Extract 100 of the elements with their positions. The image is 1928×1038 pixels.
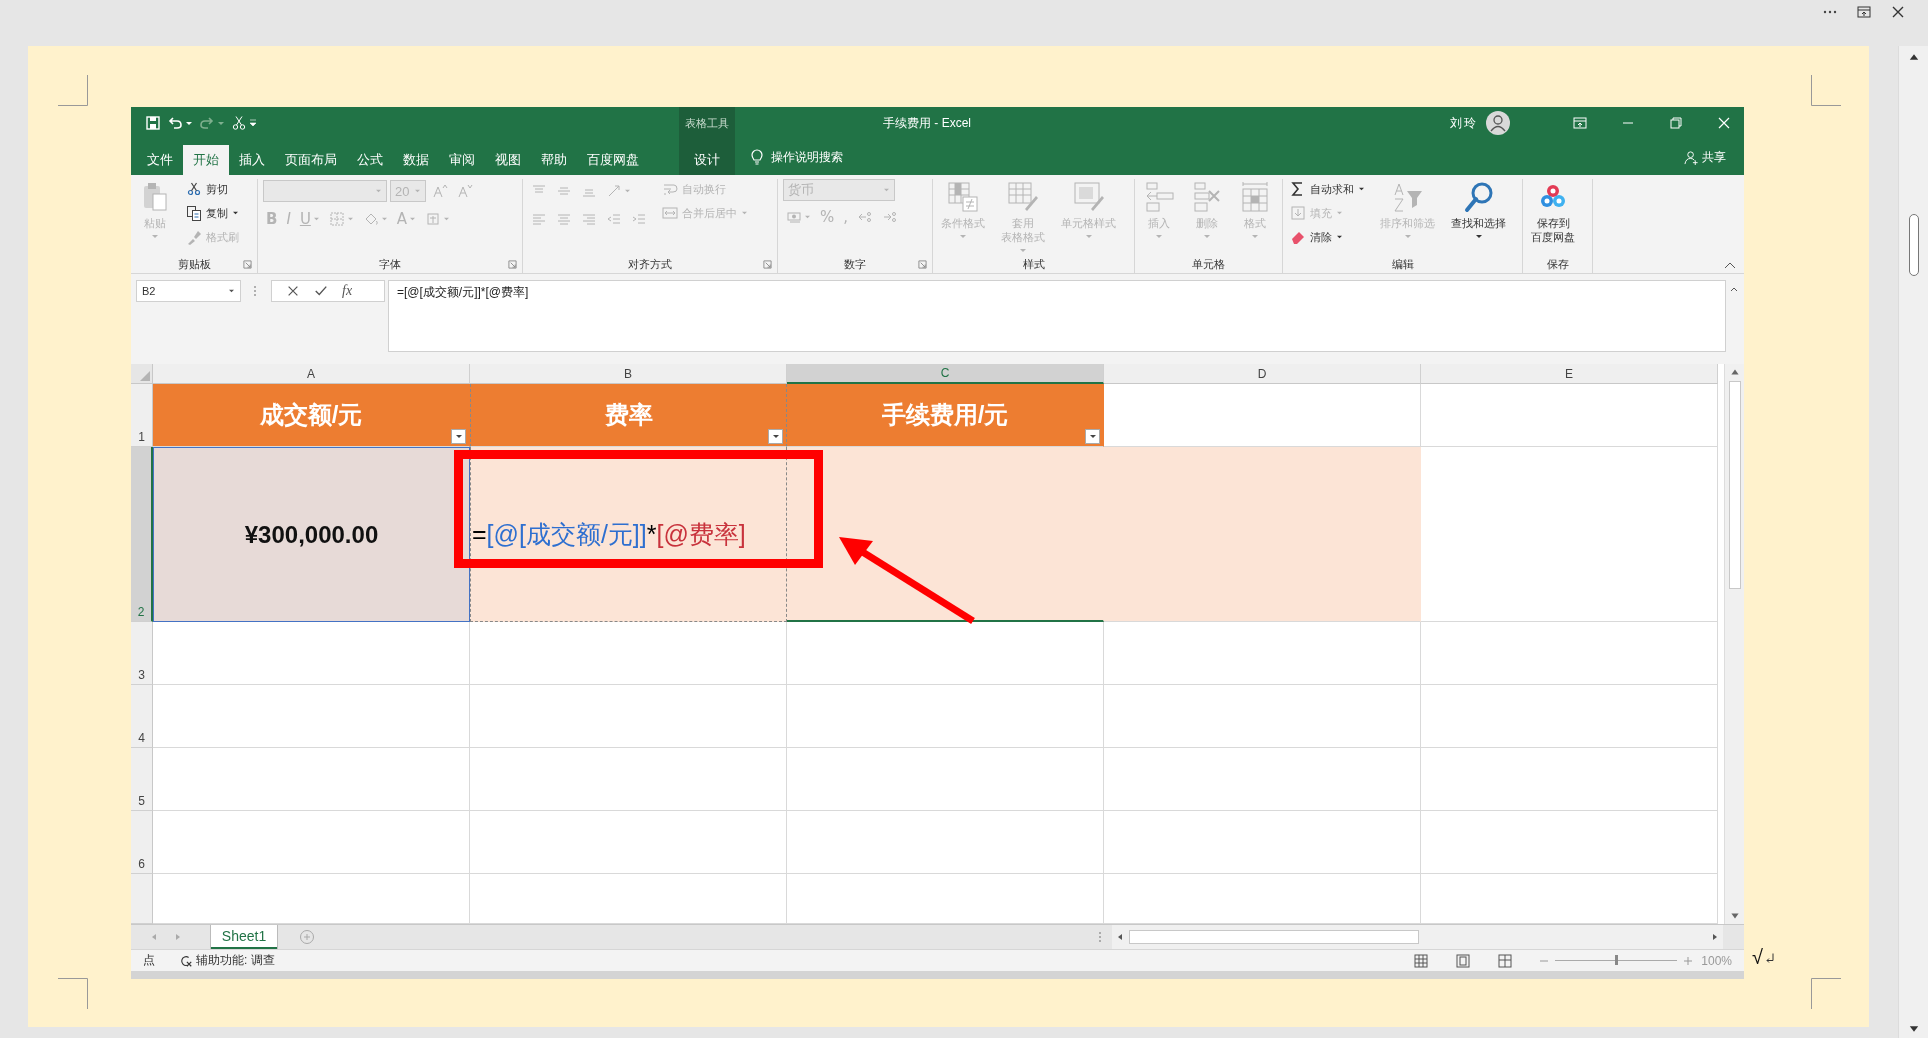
scrollbar-thumb[interactable]: [1129, 930, 1419, 944]
crop-mark: [58, 75, 88, 106]
outdent-icon: [606, 211, 622, 227]
tell-me-search[interactable]: 操作说明搜索: [771, 148, 843, 166]
ribbon-tab[interactable]: 文件: [137, 145, 183, 175]
scissors-icon[interactable]: [231, 115, 247, 131]
save-icon[interactable]: [145, 115, 161, 131]
shrink-font-icon: [457, 183, 473, 199]
ribbon-tab[interactable]: 审阅: [439, 145, 485, 175]
ribbon-tab[interactable]: 视图: [485, 145, 531, 175]
row-header[interactable]: 5: [131, 748, 153, 811]
scrollbar-thumb[interactable]: [1728, 381, 1741, 589]
column-header[interactable]: E: [1421, 364, 1718, 384]
group-label: 样式: [1022, 257, 1045, 272]
align-right-icon: [581, 211, 597, 227]
insert-function-button[interactable]: fx: [342, 283, 353, 299]
cell-brush-icon: [1072, 181, 1105, 213]
launcher-icon[interactable]: [763, 259, 772, 269]
page-layout-icon[interactable]: [1455, 952, 1472, 969]
avatar-icon[interactable]: [1486, 111, 1510, 135]
ribbon-tab[interactable]: 页面布局: [275, 145, 347, 175]
status-mode: 点: [143, 952, 155, 969]
collapse-icon[interactable]: [1724, 261, 1736, 269]
ribbon-button[interactable]: 自动求和: [1288, 179, 1367, 199]
normal-view-icon[interactable]: [1413, 952, 1430, 969]
ribbon-tab[interactable]: 百度网盘: [577, 145, 649, 175]
table-header-cell: 成交额/元: [153, 384, 470, 447]
window-title: 手续费用 - Excel: [883, 114, 971, 132]
filter-button[interactable]: [451, 429, 466, 444]
column-header[interactable]: B: [470, 364, 787, 384]
sheet-tab[interactable]: Sheet1: [211, 925, 277, 949]
grip-icon[interactable]: [1098, 931, 1102, 943]
launcher-icon[interactable]: [243, 259, 252, 269]
ribbon-tab[interactable]: 帮助: [531, 145, 577, 175]
zoom-in-icon[interactable]: [1683, 955, 1694, 966]
add-sheet-icon[interactable]: [299, 929, 315, 945]
row-header[interactable]: 6: [131, 811, 153, 874]
restore-icon[interactable]: [1668, 115, 1684, 131]
user-name[interactable]: 刘玲: [1450, 114, 1478, 132]
ribbon-tab[interactable]: 数据: [393, 145, 439, 175]
column-header[interactable]: A: [153, 364, 470, 384]
close-icon[interactable]: [1716, 115, 1732, 131]
delete-cells-icon: [1191, 181, 1223, 213]
wrap-text-icon: [662, 181, 678, 197]
ribbon-button[interactable]: 剪切: [184, 179, 230, 199]
caret-icon[interactable]: [217, 119, 225, 127]
filter-button[interactable]: [1085, 429, 1100, 444]
row-header[interactable]: 3: [131, 622, 153, 685]
launcher-icon[interactable]: [918, 259, 927, 269]
redo-icon[interactable]: [199, 115, 215, 131]
close-icon[interactable]: [1890, 4, 1906, 20]
row-header[interactable]: 1: [131, 384, 153, 447]
caret-icon: [228, 288, 235, 294]
caret-icon: [414, 188, 421, 194]
display-options-icon[interactable]: [1572, 115, 1588, 131]
collapse-icon[interactable]: [1730, 286, 1738, 292]
angled-arrow-icon: [606, 183, 622, 199]
share-button[interactable]: 共享: [1684, 148, 1726, 166]
cell-formula[interactable]: =[@[成交额/元]]*[@费率]: [471, 517, 746, 551]
ribbon-tab[interactable]: 公式: [347, 145, 393, 175]
search-icon: [1462, 181, 1495, 213]
row-header[interactable]: 4: [131, 685, 153, 748]
accessibility-status[interactable]: 辅助功能: 调查: [196, 952, 275, 969]
pages-icon: [186, 205, 202, 221]
page-break-icon[interactable]: [1497, 952, 1514, 969]
customize-icon[interactable]: [249, 119, 257, 127]
slider-thumb[interactable]: [1615, 955, 1619, 965]
scrollbar-thumb[interactable]: [1908, 214, 1919, 276]
caret-icon: [883, 187, 890, 193]
row-header[interactable]: [131, 874, 153, 924]
caret-icon[interactable]: [185, 119, 193, 127]
display-options-icon[interactable]: [1856, 4, 1872, 20]
column-header[interactable]: C: [787, 364, 1104, 384]
check-icon[interactable]: [314, 284, 328, 298]
filter-button[interactable]: [768, 429, 783, 444]
horizontal-scrollbar[interactable]: [1112, 925, 1723, 949]
crop-mark: [58, 978, 88, 1009]
ribbon-button[interactable]: 复制: [184, 203, 241, 223]
lightbulb-icon: [749, 149, 765, 165]
paragraph-mark-icon: [1765, 952, 1775, 965]
select-all-button[interactable]: [131, 364, 153, 384]
table-cell: ¥300,000.00: [153, 447, 470, 622]
ribbon-tab[interactable]: 开始: [183, 145, 229, 175]
caret-icon: [771, 433, 780, 440]
ribbon-button[interactable]: 保存到 百度网盘: [1528, 179, 1578, 246]
accessibility-icon[interactable]: [179, 953, 193, 968]
name-box[interactable]: B2: [136, 280, 241, 302]
ribbon-tab[interactable]: 插入: [229, 145, 275, 175]
cancel-icon[interactable]: [286, 284, 300, 298]
ribbon-button[interactable]: 查找和选择: [1448, 179, 1509, 242]
brush-icon: [186, 229, 202, 245]
group-label: 对齐方式: [628, 256, 672, 272]
column-header[interactable]: D: [1104, 364, 1421, 384]
undo-icon[interactable]: [167, 115, 183, 131]
table-brush-icon: [1007, 181, 1039, 213]
formula-field[interactable]: =[@[成交额/元]]*[@费率]: [388, 280, 1726, 352]
ribbon-button[interactable]: 清除: [1288, 227, 1345, 247]
row-header[interactable]: 2: [131, 447, 153, 622]
grip-icon: [253, 285, 257, 297]
launcher-icon[interactable]: [508, 259, 517, 269]
